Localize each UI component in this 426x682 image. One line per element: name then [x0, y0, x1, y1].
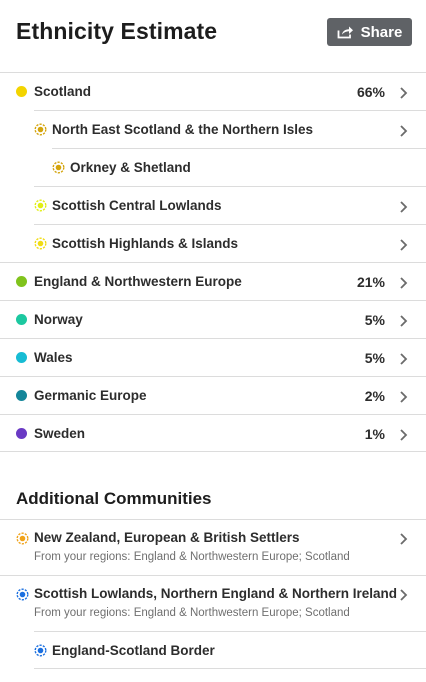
share-label: Share	[360, 23, 403, 41]
subregion-ring-icon	[34, 123, 47, 136]
community-subitem-name: England-Scotland Border	[52, 643, 215, 658]
region-dot-icon	[16, 352, 27, 363]
chevron-right-icon	[399, 200, 408, 213]
region-dot-icon	[16, 428, 27, 439]
region-list: Scotland 66% North East Scotland & the Nor…	[0, 72, 426, 452]
subregion-ring-icon	[34, 237, 47, 250]
community-name: Scottish Lowlands, Northern England & No…	[34, 586, 398, 601]
subregion-row[interactable]: Orkney & Shetland	[52, 148, 426, 186]
community-ring-icon	[16, 532, 29, 545]
subregion-name: Scottish Highlands & Islands	[52, 236, 239, 251]
header: Ethnicity Estimate Share	[0, 0, 426, 72]
region-dot-icon	[16, 314, 27, 325]
chevron-right-icon	[399, 238, 408, 251]
chevron-right-icon	[399, 390, 408, 403]
community-item[interactable]: New Zealand, European & British Settlers…	[0, 519, 426, 575]
region-name: Scotland	[34, 84, 92, 99]
region-percent: 2%	[364, 388, 385, 404]
community-ring-icon	[34, 644, 47, 657]
region-dot-icon	[16, 86, 27, 97]
subregion-ring-icon	[52, 161, 65, 174]
subregion-name: Orkney & Shetland	[70, 160, 191, 175]
region-name: Germanic Europe	[34, 388, 147, 403]
region-dot-icon	[16, 276, 27, 287]
region-percent: 66%	[356, 84, 385, 100]
chevron-right-icon	[399, 124, 408, 137]
subregion-name: Scottish Central Lowlands	[52, 198, 222, 213]
region-row[interactable]: Scotland 66%	[0, 72, 426, 110]
chevron-right-icon	[399, 588, 408, 601]
subregion-name: North East Scotland & the Northern Isles	[52, 122, 314, 137]
region-dot-icon	[16, 390, 27, 401]
region-name: England & Northwestern Europe	[34, 274, 242, 289]
chevron-right-icon	[399, 532, 408, 545]
community-subitem[interactable]: England-Scotland Border	[34, 631, 426, 669]
region-percent: 5%	[364, 350, 385, 366]
region-percent: 21%	[356, 274, 385, 290]
community-source-regions: From your regions: England & Northwester…	[34, 607, 350, 619]
region-row[interactable]: Wales 5%	[0, 338, 426, 376]
community-name: New Zealand, European & British Settlers	[34, 530, 300, 545]
region-percent: 1%	[364, 426, 385, 442]
region-row[interactable]: England & Northwestern Europe 21%	[0, 262, 426, 300]
share-icon	[337, 25, 354, 39]
subregion-ring-icon	[34, 199, 47, 212]
share-button[interactable]: Share	[327, 18, 412, 46]
chevron-right-icon	[399, 352, 408, 365]
chevron-right-icon	[399, 428, 408, 441]
subregion-row[interactable]: Scottish Central Lowlands	[34, 186, 426, 224]
page-title: Ethnicity Estimate	[16, 18, 218, 44]
region-name: Norway	[34, 312, 83, 327]
region-row[interactable]: Germanic Europe 2%	[0, 376, 426, 414]
chevron-right-icon	[399, 314, 408, 327]
region-name: Wales	[34, 350, 73, 365]
community-ring-icon	[16, 588, 29, 601]
chevron-right-icon	[399, 86, 408, 99]
ethnicity-estimate-page: Ethnicity Estimate Share Scotland 66% Nort…	[0, 0, 426, 682]
chevron-right-icon	[399, 276, 408, 289]
region-name: Sweden	[34, 426, 86, 441]
community-source-regions: From your regions: England & Northwester…	[34, 551, 350, 563]
region-row[interactable]: Sweden 1%	[0, 414, 426, 452]
region-percent: 5%	[364, 312, 385, 328]
community-item[interactable]: Scottish Lowlands, Northern England & No…	[0, 575, 426, 631]
additional-communities-title: Additional Communities	[16, 489, 212, 508]
subregion-row[interactable]: Scottish Highlands & Islands	[34, 224, 426, 262]
subregion-row[interactable]: North East Scotland & the Northern Isles	[34, 110, 426, 148]
region-row[interactable]: Norway 5%	[0, 300, 426, 338]
